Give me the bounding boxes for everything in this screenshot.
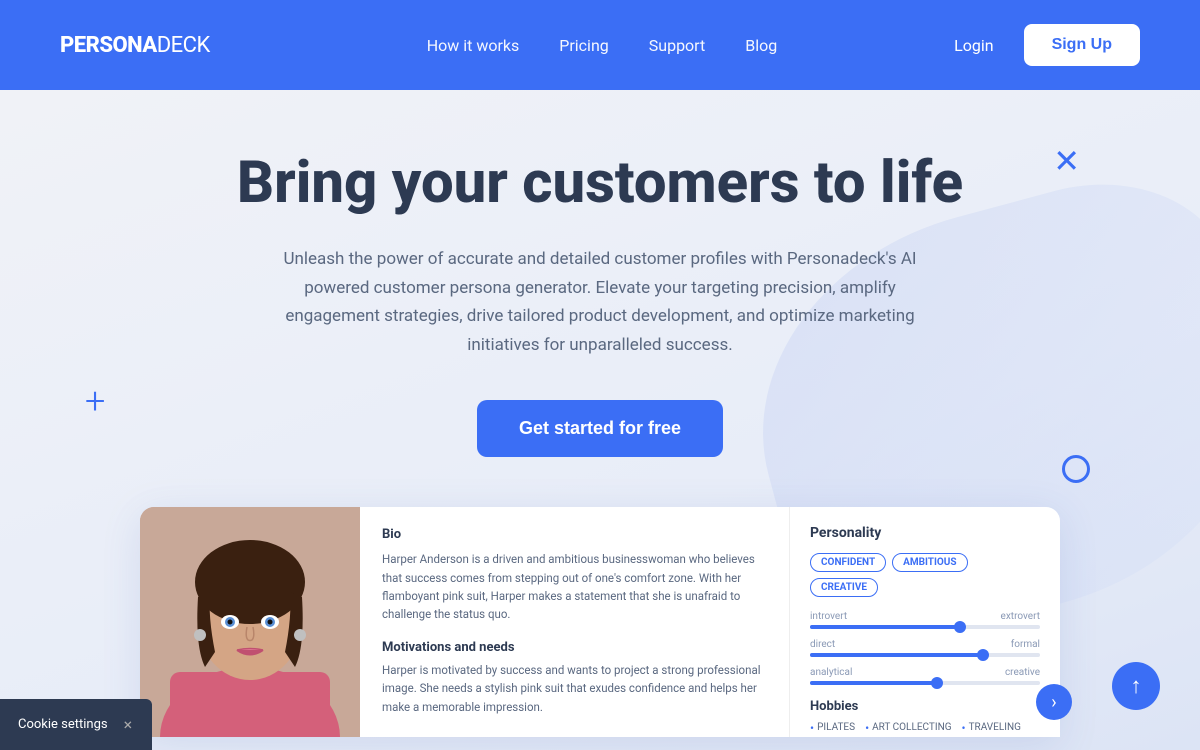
trait-fill-1 (810, 625, 960, 629)
tag-confident: CONFIDENT (810, 553, 886, 572)
hobbies-section: Hobbies • PILATES • ART COLLECTING • TRA… (810, 699, 1040, 734)
nav-right: Login Sign Up (954, 24, 1140, 66)
personality-section: Personality CONFIDENT AMBITIOUS CREATIVE… (790, 507, 1060, 737)
nav-how-it-works[interactable]: How it works (427, 36, 520, 55)
scroll-top-icon: ↑ (1131, 673, 1142, 699)
hobbies-list: • PILATES • ART COLLECTING • TRAVELING (810, 722, 1040, 734)
hero-subtitle: Unleash the power of accurate and detail… (270, 245, 930, 361)
trait-label-direct: direct (810, 639, 835, 650)
trait-label-extrovert: extrovert (1001, 611, 1040, 622)
trait-label-analytical: analytical (810, 667, 852, 678)
cookie-close-button[interactable]: × (122, 713, 135, 736)
bio-section: Bio Harper Anderson is a driven and ambi… (360, 507, 790, 737)
tag-creative: CREATIVE (810, 578, 878, 597)
cta-button[interactable]: Get started for free (477, 400, 723, 457)
cookie-text: Cookie settings (18, 717, 108, 732)
motivations-text: Harper is motivated by success and wants… (382, 661, 767, 716)
hero-section: ✕ + Bring your customers to life Unleash… (0, 90, 1200, 750)
hobby-dot-3: • (962, 722, 966, 734)
trait-label-introvert: introvert (810, 611, 847, 622)
trait-dot-2 (977, 649, 989, 661)
persona-avatar-svg (140, 507, 360, 737)
hero-title: Bring your customers to life (237, 150, 963, 217)
nav-links: How it works Pricing Support Blog (290, 36, 914, 55)
cookie-banner: Cookie settings × (0, 699, 152, 750)
personality-tags: CONFIDENT AMBITIOUS CREATIVE (810, 553, 1040, 597)
chevron-right-button[interactable]: › (1036, 684, 1072, 720)
scroll-top-button[interactable]: ↑ (1112, 662, 1160, 710)
trait-track-1 (810, 625, 1040, 629)
hobby-dot-2: • (865, 722, 869, 734)
trait-analytical-creative: analytical creative (810, 667, 1040, 685)
navbar: PERSONA DECK How it works Pricing Suppor… (0, 0, 1200, 90)
trait-fill-3 (810, 681, 937, 685)
hobbies-heading: Hobbies (810, 699, 1040, 714)
hobby-art-collecting: • ART COLLECTING (865, 722, 951, 734)
hobby-traveling: • TRAVELING (962, 722, 1021, 734)
plus-icon: + (85, 380, 105, 422)
logo-deck: DECK (157, 33, 210, 58)
personality-heading: Personality (810, 525, 1040, 541)
login-link[interactable]: Login (954, 36, 993, 55)
hobby-dot-1: • (810, 722, 814, 734)
trait-dot-3 (931, 677, 943, 689)
trait-introvert-extrovert: introvert extrovert (810, 611, 1040, 629)
bio-heading: Bio (382, 527, 767, 542)
hobby-pilates: • PILATES (810, 722, 855, 734)
logo-persona: PERSONA (60, 33, 157, 58)
bio-text: Harper Anderson is a driven and ambitiou… (382, 550, 767, 624)
cross-icon: ✕ (1053, 145, 1080, 177)
preview-card: Bio Harper Anderson is a driven and ambi… (140, 507, 1060, 737)
trait-fill-2 (810, 653, 983, 657)
nav-pricing[interactable]: Pricing (559, 36, 609, 55)
nav-support[interactable]: Support (649, 36, 705, 55)
trait-label-formal: formal (1011, 639, 1040, 650)
trait-direct-formal: direct formal (810, 639, 1040, 657)
nav-blog[interactable]: Blog (745, 36, 777, 55)
tag-ambitious: AMBITIOUS (892, 553, 967, 572)
hobby-label-pilates: PILATES (817, 722, 855, 733)
persona-photo-inner (140, 507, 360, 737)
persona-photo (140, 507, 360, 737)
motivations-heading: Motivations and needs (382, 640, 767, 655)
trait-dot-1 (954, 621, 966, 633)
trait-track-3 (810, 681, 1040, 685)
trait-label-creative: creative (1005, 667, 1040, 678)
hobby-label-art: ART COLLECTING (872, 722, 951, 733)
trait-track-2 (810, 653, 1040, 657)
circle-icon (1062, 455, 1090, 483)
logo[interactable]: PERSONA DECK (60, 33, 210, 58)
signup-button[interactable]: Sign Up (1024, 24, 1140, 66)
hobby-label-traveling: TRAVELING (969, 722, 1021, 733)
